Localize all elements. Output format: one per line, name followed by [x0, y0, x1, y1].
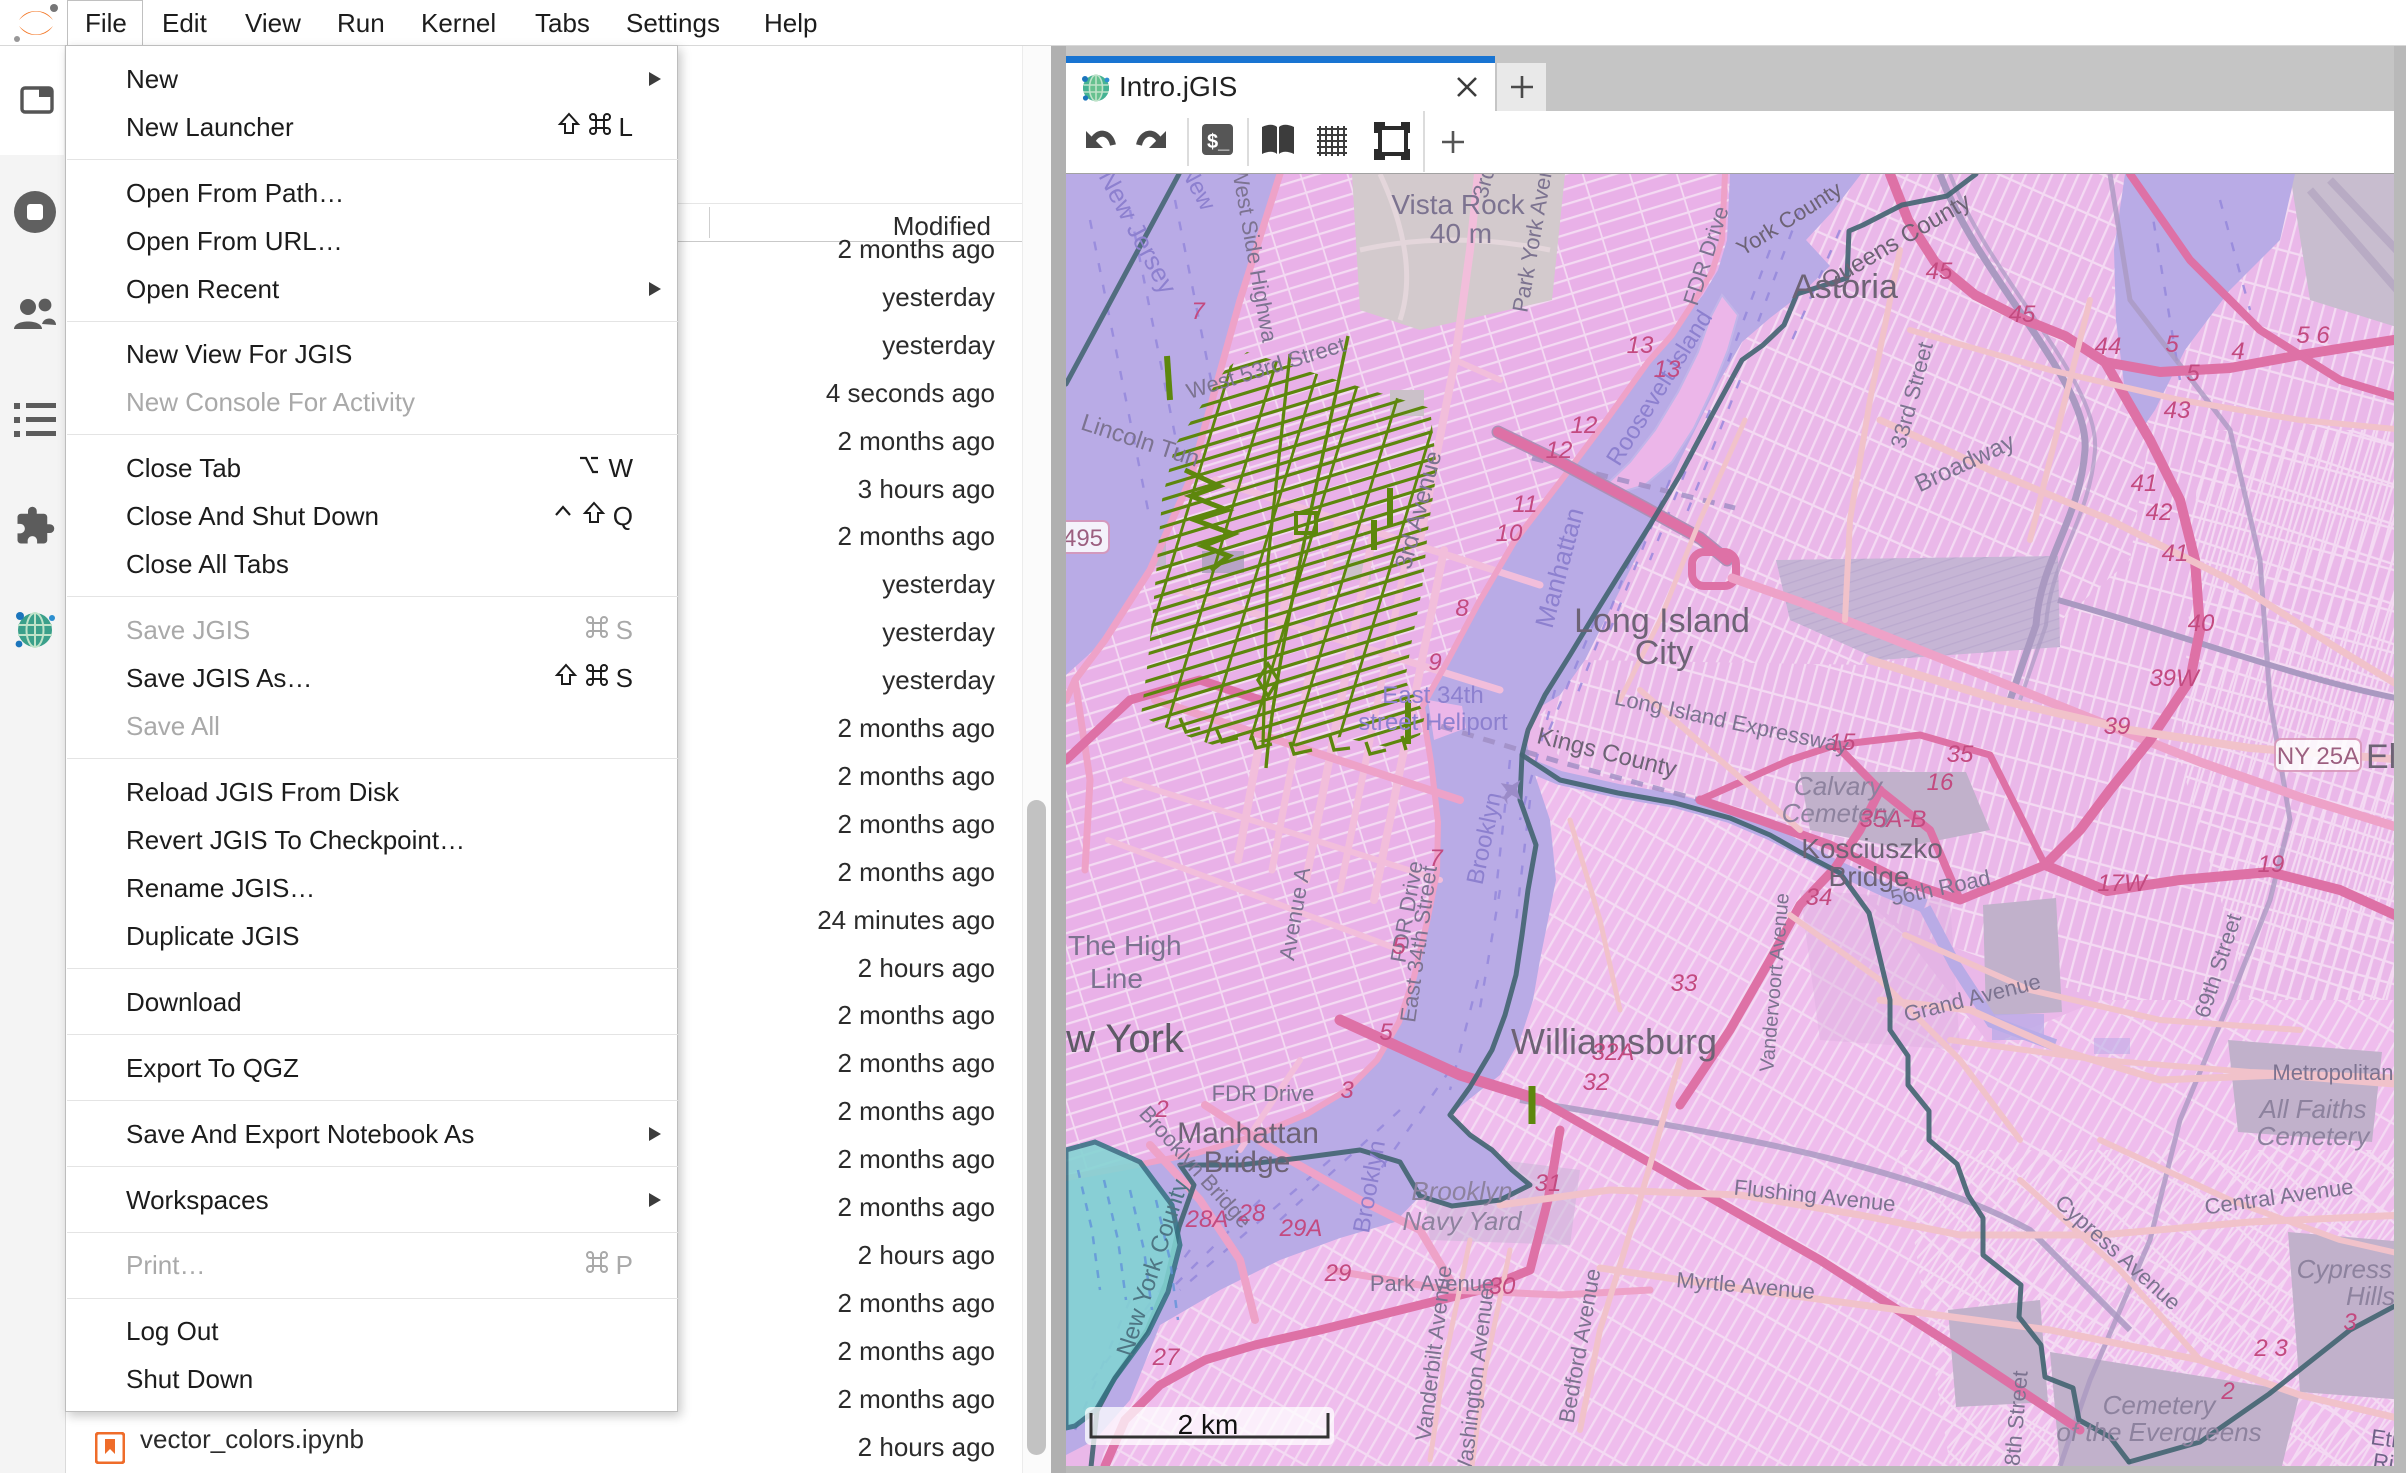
- svg-text:32: 32: [1583, 1069, 1610, 1096]
- svg-text:2: 2: [1154, 1096, 1168, 1123]
- svg-text:4: 4: [2231, 338, 2244, 365]
- svg-text:19: 19: [2258, 851, 2285, 878]
- svg-text:45: 45: [1926, 258, 1953, 285]
- svg-text:Ridgew: Ridgew: [2371, 1448, 2394, 1466]
- svg-text:17W: 17W: [2097, 870, 2149, 897]
- svg-text:5: 5: [2165, 331, 2179, 358]
- svg-text:3: 3: [2343, 1309, 2357, 1336]
- svg-text:30: 30: [1489, 1273, 1516, 1300]
- svg-text:44: 44: [2095, 333, 2122, 360]
- svg-text:Calvary: Calvary: [1794, 771, 1884, 801]
- svg-text:13: 13: [1654, 356, 1681, 383]
- svg-text:City: City: [1635, 634, 1694, 672]
- svg-text:29: 29: [1324, 1260, 1352, 1287]
- svg-text:9: 9: [1428, 649, 1441, 676]
- svg-text:w York: w York: [1066, 1017, 1185, 1061]
- svg-text:Hills Cemet: Hills Cemet: [2346, 1281, 2394, 1311]
- svg-text:12: 12: [1546, 437, 1573, 464]
- svg-text:East 34th: East 34th: [1382, 682, 1483, 709]
- svg-text:12: 12: [1571, 412, 1598, 439]
- svg-text:29A: 29A: [1279, 1215, 1323, 1242]
- svg-text:31: 31: [1535, 1170, 1562, 1197]
- svg-text:FDR Drive: FDR Drive: [1212, 1081, 1315, 1106]
- svg-text:8: 8: [1455, 595, 1469, 622]
- svg-text:7: 7: [1191, 298, 1206, 325]
- svg-text:3: 3: [1340, 1077, 1354, 1104]
- svg-text:Line: Line: [1090, 963, 1143, 994]
- svg-text:34: 34: [1806, 884, 1833, 911]
- svg-text:42: 42: [2146, 499, 2173, 526]
- svg-text:495: 495: [1066, 525, 1103, 552]
- svg-text:39: 39: [2104, 713, 2131, 740]
- svg-text:5: 5: [1392, 933, 1406, 960]
- svg-text:28: 28: [1238, 1200, 1266, 1227]
- svg-text:41: 41: [2131, 470, 2158, 497]
- svg-text:$_: $_: [1207, 131, 1230, 153]
- svg-text:The High: The High: [1068, 930, 1182, 961]
- svg-text:Metropolitan Av: Metropolitan Av: [2272, 1060, 2394, 1085]
- svg-text:Vista Rock: Vista Rock: [1391, 189, 1525, 220]
- svg-text:13: 13: [1627, 332, 1654, 359]
- svg-text:40 m: 40 m: [1430, 218, 1492, 249]
- svg-text:45: 45: [2009, 301, 2036, 328]
- svg-text:15: 15: [1829, 729, 1856, 756]
- svg-text:43: 43: [2164, 397, 2191, 424]
- svg-text:Cemetery: Cemetery: [2257, 1121, 2372, 1151]
- svg-text:35A-B: 35A-B: [1860, 806, 1927, 833]
- svg-text:5: 5: [1379, 1019, 1393, 1046]
- svg-text:2 km: 2 km: [1178, 1409, 1239, 1440]
- svg-text:of the Evergreens: of the Evergreens: [2056, 1417, 2261, 1447]
- svg-text:Navy Yard: Navy Yard: [1403, 1206, 1524, 1236]
- svg-text:7: 7: [1429, 845, 1444, 872]
- svg-text:street Heliport: street Heliport: [1358, 709, 1508, 736]
- svg-text:Kosciuszko: Kosciuszko: [1801, 833, 1943, 864]
- svg-text:41: 41: [2162, 540, 2189, 567]
- svg-text:NY 25A: NY 25A: [2277, 743, 2359, 770]
- svg-text:5 6: 5 6: [2296, 322, 2330, 349]
- svg-text:Brooklyn: Brooklyn: [1411, 1176, 1512, 1206]
- svg-text:32A: 32A: [1592, 1039, 1635, 1066]
- svg-text:39W: 39W: [2149, 665, 2201, 692]
- svg-text:40: 40: [2188, 610, 2215, 637]
- svg-text:33: 33: [1671, 970, 1698, 997]
- svg-text:Cemetery: Cemetery: [2103, 1390, 2218, 1420]
- svg-text:Elmhurst: Elmhurst: [2366, 738, 2394, 776]
- svg-text:2: 2: [2220, 1378, 2234, 1405]
- svg-text:All Faiths: All Faiths: [2258, 1094, 2367, 1124]
- svg-text:11: 11: [1513, 491, 1538, 518]
- svg-text:10: 10: [1496, 520, 1523, 547]
- svg-text:27: 27: [1152, 1344, 1181, 1371]
- svg-text:2 3: 2 3: [2253, 1335, 2288, 1362]
- svg-text:28A: 28A: [1185, 1206, 1229, 1233]
- svg-text:16: 16: [1927, 769, 1954, 796]
- svg-text:35: 35: [1947, 741, 1974, 768]
- svg-text:5: 5: [2186, 360, 2200, 387]
- svg-text:Cypress: Cypress: [2297, 1254, 2392, 1284]
